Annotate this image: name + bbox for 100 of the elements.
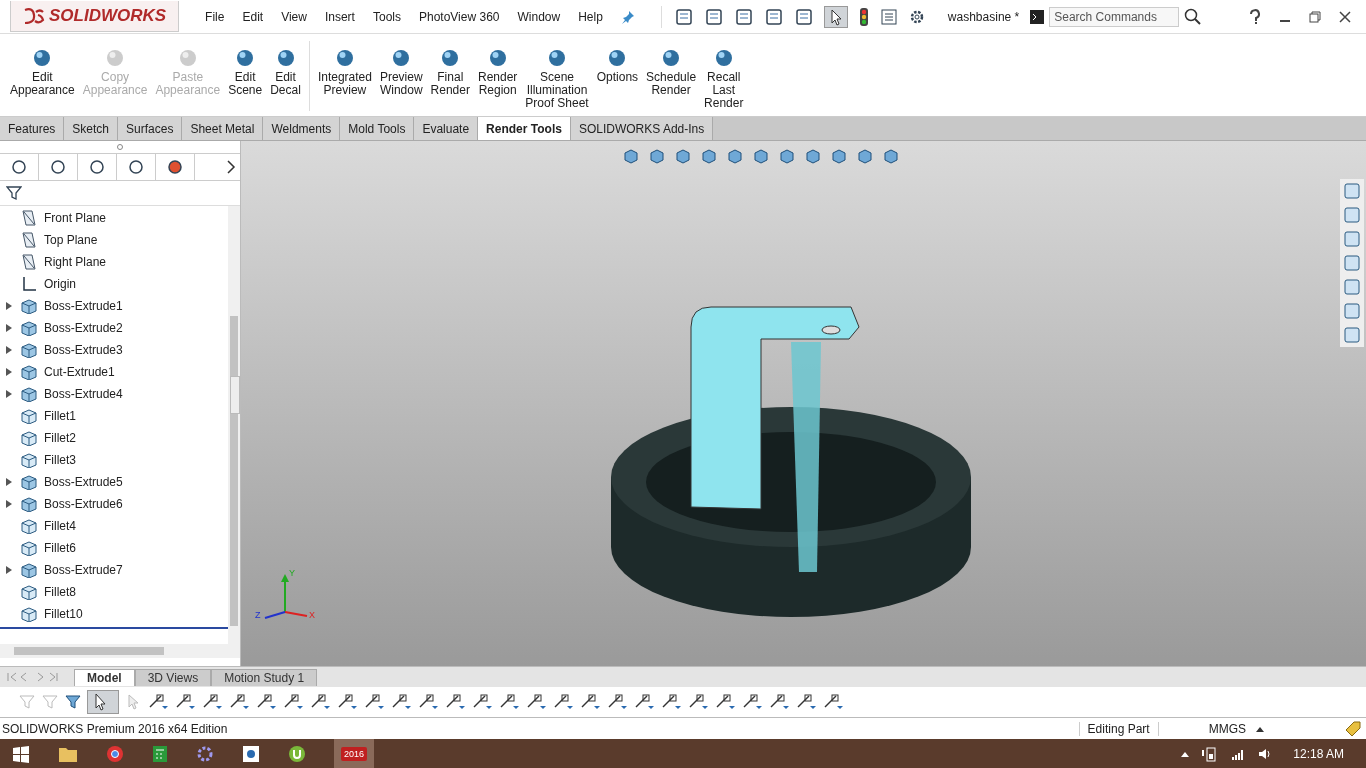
close-icon[interactable] [1338, 9, 1352, 24]
ribbon-tab[interactable]: Evaluate [414, 117, 479, 140]
expand-arrow-icon[interactable] [6, 346, 12, 354]
menu-item[interactable]: View [281, 9, 307, 24]
traffic-light-icon[interactable] [857, 6, 870, 27]
menu-item[interactable]: Tools [372, 9, 401, 24]
extrude-icon [20, 496, 38, 512]
ribbon-tab[interactable]: Mold Tools [340, 117, 415, 140]
menu-item[interactable]: PhotoView 360 [418, 9, 500, 24]
ribbon-tab[interactable]: Sheet Metal [182, 117, 264, 140]
origin-icon [20, 276, 38, 292]
solidworks-logo[interactable]: SOLIDWORKS [10, 1, 180, 32]
vertical-scrollbar[interactable] [228, 206, 240, 644]
tree-item[interactable]: Boss-Extrude7 [0, 559, 228, 581]
ribbon-button[interactable]: Final Render [426, 37, 474, 97]
cursor-icon[interactable] [87, 690, 119, 714]
taskbar-app-button[interactable]: 2016 [334, 739, 374, 768]
expand-arrow-icon[interactable] [6, 478, 12, 486]
ribbon-tab[interactable]: Render Tools [478, 117, 571, 140]
tree-item[interactable]: Fillet1 [0, 405, 228, 427]
ribbon-button[interactable]: Recall Last Render [700, 37, 748, 110]
menu-item[interactable]: Window [517, 9, 561, 24]
ribbon-button[interactable]: Integrated Preview [313, 37, 376, 97]
tree-item[interactable]: Fillet2 [0, 427, 228, 449]
tree-item[interactable]: Cut-Extrude1 [0, 361, 228, 383]
panel-collapse-handle[interactable] [230, 376, 240, 414]
expand-arrow-icon[interactable] [6, 390, 12, 398]
ribbon-button[interactable]: Render Region [473, 37, 522, 97]
fillet-icon [20, 452, 38, 468]
extrude-icon [20, 562, 38, 578]
caret-up-icon[interactable] [1181, 750, 1190, 757]
tree-item[interactable]: Fillet10 [0, 603, 228, 625]
fillet-icon [20, 518, 38, 534]
tree-item[interactable]: Boss-Extrude1 [0, 295, 228, 317]
help-icon[interactable] [1248, 8, 1262, 25]
ribbon-button[interactable]: Preview Window [375, 37, 427, 97]
expand-arrow-icon[interactable] [6, 368, 12, 376]
logo-text: SOLIDWORKS [49, 6, 167, 26]
horizontal-scrollbar[interactable] [0, 644, 240, 658]
tree-item[interactable]: Fillet8 [0, 581, 228, 603]
extrude-icon [20, 320, 38, 336]
fillet-icon [20, 540, 38, 556]
ribbon-button[interactable]: Edit Decal [266, 37, 305, 97]
menu-item[interactable]: Edit [242, 9, 264, 24]
menu-item[interactable]: Insert [324, 9, 355, 24]
units-selector[interactable]: MMGS [1208, 721, 1246, 736]
tree-item[interactable]: Boss-Extrude2 [0, 317, 228, 339]
expand-arrow-icon[interactable] [6, 500, 12, 508]
tree-item[interactable]: Fillet6 [0, 537, 228, 559]
tree-item[interactable]: Boss-Extrude6 [0, 493, 228, 515]
model-tab[interactable]: Model [74, 668, 135, 686]
clock[interactable]: 12:18 AM [1293, 746, 1344, 761]
restore-icon[interactable] [1308, 9, 1322, 24]
caret-up-icon[interactable] [1256, 725, 1264, 732]
ribbon-button[interactable]: Options [592, 37, 643, 84]
model-tab[interactable]: Motion Study 1 [211, 668, 318, 686]
splitter-handle-icon[interactable] [117, 144, 123, 150]
chevron-right-icon[interactable] [226, 160, 236, 174]
tree-item[interactable]: Right Plane [0, 251, 228, 273]
tree-item[interactable]: Front Plane [0, 207, 228, 229]
ribbon-button[interactable]: Edit Scene [224, 37, 267, 97]
menu-item[interactable]: File [205, 9, 225, 24]
extrude-icon [20, 364, 38, 380]
app-icon[interactable] [242, 744, 260, 763]
axis-label: Z [255, 610, 261, 620]
ribbon-tab[interactable]: Surfaces [118, 117, 183, 140]
tree-item[interactable]: Boss-Extrude4 [0, 383, 228, 405]
fillet-icon [20, 584, 38, 600]
tree-item[interactable]: Top Plane [0, 229, 228, 251]
windows-start-icon[interactable] [12, 744, 30, 763]
tree-item[interactable]: Boss-Extrude5 [0, 471, 228, 493]
document-title: washbasine * [947, 9, 1020, 24]
ribbon-tab[interactable]: SOLIDWORKS Add-Ins [570, 117, 714, 140]
search-field[interactable]: Search Commands [1049, 6, 1180, 27]
ribbon-tab[interactable]: Features [0, 117, 65, 140]
cursor-icon[interactable] [823, 5, 848, 28]
calculator-icon[interactable] [152, 744, 168, 763]
axis-label: X [309, 610, 315, 620]
ribbon-tab[interactable]: Weldments [263, 117, 341, 140]
browser-icon[interactable] [106, 744, 124, 763]
settings-icon[interactable] [196, 744, 214, 763]
expand-arrow-icon[interactable] [6, 302, 12, 310]
tree-item[interactable]: Fillet4 [0, 515, 228, 537]
ribbon-button[interactable]: Edit Appearance [6, 37, 79, 97]
tree-item[interactable]: Fillet3 [0, 449, 228, 471]
battery-icon[interactable] [1201, 745, 1218, 762]
ribbon-button[interactable]: Schedule Render [642, 37, 701, 97]
menu-item[interactable]: Help [578, 9, 603, 24]
ribbon-tab[interactable]: Sketch [64, 117, 119, 140]
tree-item[interactable]: Boss-Extrude3 [0, 339, 228, 361]
tree-item[interactable]: Origin [0, 273, 228, 295]
expand-arrow-icon[interactable] [6, 566, 12, 574]
axis-label: Y [289, 568, 295, 578]
torrent-icon[interactable] [288, 744, 306, 763]
ribbon-button[interactable]: Scene Illumination Proof Sheet [521, 37, 593, 110]
model-tab[interactable]: 3D Views [134, 668, 212, 686]
filter-icon[interactable] [6, 185, 22, 201]
command-prompt-icon [1029, 8, 1046, 25]
expand-arrow-icon[interactable] [6, 324, 12, 332]
filter-icon[interactable] [64, 693, 82, 711]
